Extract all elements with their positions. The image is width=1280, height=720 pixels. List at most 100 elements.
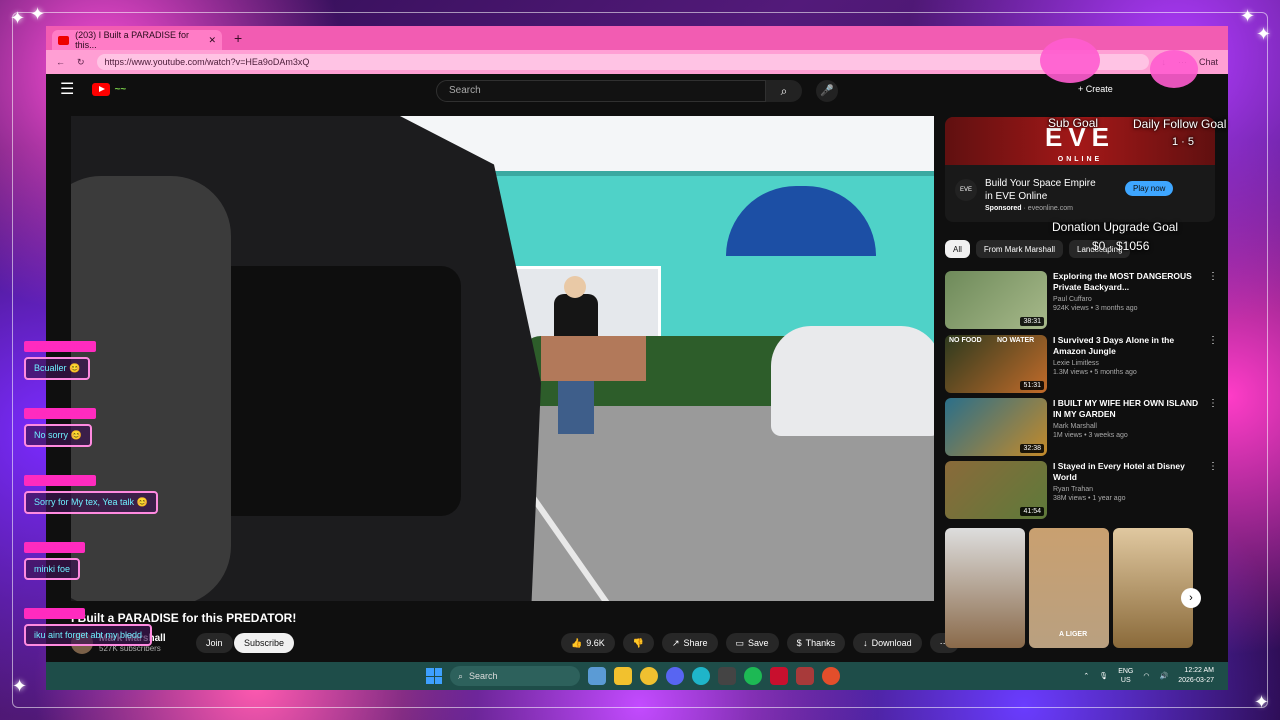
file-explorer-icon[interactable] bbox=[614, 667, 632, 685]
like-count: 9.6K bbox=[586, 638, 605, 648]
volume-icon[interactable]: 🔊 bbox=[1159, 672, 1168, 680]
recommendation-channel: Ryan Trahan bbox=[1053, 486, 1094, 493]
video-duration: 51:31 bbox=[1020, 381, 1044, 390]
short-thumbnail[interactable] bbox=[945, 528, 1025, 648]
recommendation-title[interactable]: I Survived 3 Days Alone in the Amazon Ju… bbox=[1053, 335, 1220, 357]
app-icon[interactable] bbox=[640, 667, 658, 685]
recommendation-title[interactable]: Exploring the MOST DANGEROUS Private Bac… bbox=[1053, 271, 1220, 293]
task-view-icon[interactable] bbox=[588, 667, 606, 685]
video-thumbnail[interactable]: 41:54 bbox=[945, 461, 1047, 519]
thumbs-up-icon: 👍 bbox=[571, 637, 583, 648]
system-tray: ⌃ 🎙 ENG US ◠ 🔊 12:22 AM 2026-03-27 bbox=[1083, 666, 1214, 686]
close-tab-icon[interactable]: ✕ bbox=[208, 35, 216, 46]
follow-goal-value: 1 · 5 bbox=[1172, 136, 1195, 148]
chat-text: No sorry 😊 bbox=[24, 424, 92, 447]
download-icon: ↓ bbox=[863, 638, 868, 648]
donation-goal-label: Donation Upgrade Goal bbox=[1052, 220, 1179, 234]
thanks-button[interactable]: $ Thanks bbox=[786, 633, 846, 653]
acrobat-icon[interactable] bbox=[770, 667, 788, 685]
new-tab-button[interactable]: + bbox=[228, 30, 248, 46]
recommendation-meta: 924K views • 3 months ago bbox=[1053, 305, 1138, 312]
chat-message: reportvidoobv Bcualler 😊 bbox=[24, 336, 184, 380]
calculator-icon[interactable] bbox=[718, 667, 736, 685]
recommendation-title[interactable]: I Stayed in Every Hotel at Disney World bbox=[1053, 461, 1220, 483]
video-player[interactable] bbox=[71, 116, 934, 601]
clock-time: 12:22 AM bbox=[1184, 667, 1214, 674]
advertiser-logo: EVE bbox=[955, 179, 977, 201]
more-options-icon[interactable]: ⋮ bbox=[1208, 398, 1218, 409]
video-thumbnail[interactable]: 38:31 bbox=[945, 271, 1047, 329]
taskbar-search[interactable]: ⌕ Search bbox=[450, 666, 580, 686]
subscribe-button[interactable]: Subscribe bbox=[234, 633, 295, 653]
clock[interactable]: 12:22 AM 2026-03-27 bbox=[1178, 666, 1214, 686]
language-indicator[interactable]: ENG US bbox=[1118, 667, 1133, 685]
voice-search-button[interactable]: 🎤 bbox=[816, 80, 838, 102]
join-button[interactable]: Join bbox=[196, 633, 233, 653]
edge-icon[interactable] bbox=[692, 667, 710, 685]
youtube-logo[interactable]: ~~ bbox=[92, 82, 126, 96]
recommendation-item[interactable]: 41:54 I Stayed in Every Hotel at Disney … bbox=[945, 461, 1220, 521]
search-icon: ⌕ bbox=[458, 670, 464, 681]
recommendation-meta: 1.3M views • 5 months ago bbox=[1053, 369, 1137, 376]
more-options-icon[interactable]: ⋮ bbox=[1208, 271, 1218, 282]
more-options-icon[interactable]: ⋮ bbox=[1208, 461, 1218, 472]
hamburger-menu-icon[interactable]: ☰ bbox=[60, 79, 74, 99]
taskbar-search-label: Search bbox=[469, 671, 498, 681]
chevron-up-icon[interactable]: ⌃ bbox=[1083, 672, 1089, 680]
chat-username: reportvidoobv bbox=[24, 341, 97, 352]
save-button[interactable]: ▭ Save bbox=[725, 633, 779, 653]
video-scene-cardboard-box bbox=[541, 336, 646, 381]
chrome-icon[interactable] bbox=[822, 667, 840, 685]
chip-from-channel[interactable]: From Mark Marshall bbox=[975, 240, 1064, 258]
like-button[interactable]: 👍 9.6K bbox=[561, 633, 615, 653]
taskbar-apps: ⌕ Search bbox=[426, 666, 840, 686]
browser-tab[interactable]: (203) I Built a PARADISE for this... ✕ bbox=[52, 30, 222, 50]
recommendation-item[interactable]: 32:38 I BUILT MY WIFE HER OWN ISLAND IN … bbox=[945, 398, 1220, 458]
recommendation-meta: 1M views • 3 weeks ago bbox=[1053, 432, 1128, 439]
recommendation-info: I Stayed in Every Hotel at Disney World … bbox=[1053, 461, 1220, 521]
search-button[interactable]: ⌕ bbox=[766, 80, 802, 102]
reload-icon[interactable]: ↻ bbox=[77, 57, 85, 68]
short-thumbnail[interactable] bbox=[1113, 528, 1193, 648]
search-input[interactable]: Search bbox=[436, 80, 766, 102]
video-thumbnail[interactable]: 32:38 bbox=[945, 398, 1047, 456]
tab-title: (203) I Built a PARADISE for this... bbox=[75, 30, 189, 50]
spotify-icon[interactable] bbox=[744, 667, 762, 685]
create-button[interactable]: + Create bbox=[1078, 84, 1113, 94]
short-thumbnail[interactable]: A LIGER bbox=[1029, 528, 1109, 648]
microphone-icon[interactable]: 🎙 bbox=[1099, 672, 1108, 680]
recommendation-item[interactable]: NO FOOD NO WATER 51:31 I Survived 3 Days… bbox=[945, 335, 1220, 395]
play-now-button[interactable]: Play now bbox=[1125, 181, 1174, 196]
recommendation-info: Exploring the MOST DANGEROUS Private Bac… bbox=[1053, 271, 1220, 331]
chat-button[interactable]: Chat bbox=[1199, 57, 1218, 67]
app-icon[interactable] bbox=[796, 667, 814, 685]
sub-goal-label: Sub Goal bbox=[1048, 116, 1099, 130]
recommendation-item[interactable]: 38:31 Exploring the MOST DANGEROUS Priva… bbox=[945, 271, 1220, 331]
follow-goal-label: Daily Follow Goal bbox=[1133, 117, 1227, 131]
download-label: Download bbox=[871, 638, 912, 648]
video-thumbnail[interactable]: NO FOOD NO WATER 51:31 bbox=[945, 335, 1047, 393]
recommendation-title[interactable]: I BUILT MY WIFE HER OWN ISLAND IN MY GAR… bbox=[1053, 398, 1220, 420]
discord-icon[interactable] bbox=[666, 667, 684, 685]
url-field[interactable]: https://www.youtube.com/watch?v=HEa9oDAm… bbox=[96, 54, 1150, 70]
chip-all[interactable]: All bbox=[945, 240, 970, 258]
sparkle-icon: ✦ bbox=[10, 8, 26, 28]
download-button[interactable]: ↓ Download bbox=[853, 633, 922, 653]
share-button[interactable]: ↗ Share bbox=[661, 633, 718, 653]
wifi-icon[interactable]: ◠ bbox=[1143, 672, 1149, 680]
chat-message: Simulation iku aint forget abt my bledd bbox=[24, 603, 184, 646]
windows-taskbar: ⌕ Search ⌃ 🎙 ENG US ◠ 🔊 12:22 AM 2026-03-27 bbox=[46, 662, 1228, 690]
dislike-button[interactable]: 👎 bbox=[622, 633, 654, 653]
shorts-next-button[interactable]: › bbox=[1181, 588, 1201, 608]
donation-goal-value: $0 · $1056 bbox=[1092, 239, 1150, 253]
chevron-right-icon: › bbox=[1189, 592, 1193, 604]
sponsored-ad[interactable]: EVE ONLINE EVE Build Your Space Empire i… bbox=[945, 117, 1215, 222]
search-icon: ⌕ bbox=[780, 84, 788, 98]
windows-start-icon[interactable] bbox=[426, 668, 442, 684]
recommendation-meta: 38M views • 1 year ago bbox=[1053, 495, 1126, 502]
back-icon[interactable]: ← bbox=[56, 57, 65, 67]
chat-text: iku aint forget abt my bledd bbox=[24, 624, 153, 646]
sponsored-label: Sponsored bbox=[985, 205, 1022, 212]
more-options-icon[interactable]: ⋮ bbox=[1208, 335, 1218, 346]
sparkle-icon: ✦ bbox=[1256, 24, 1272, 44]
